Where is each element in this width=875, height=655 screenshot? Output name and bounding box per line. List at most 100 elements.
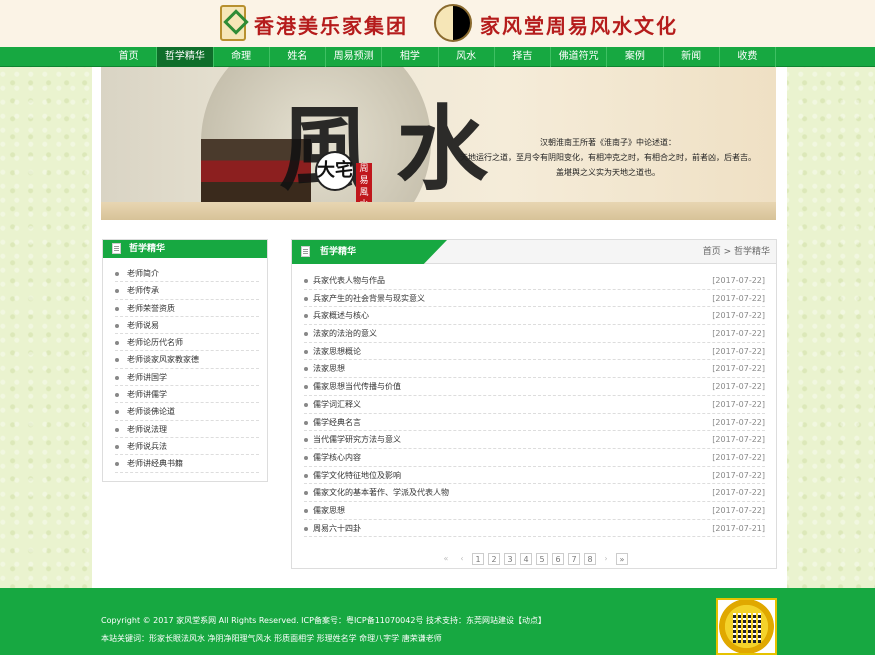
nav-list: 首页 哲学精华 命理 姓名 周易预测 相学 风水 择吉 佛道符咒 案例 新闻 收费 [101, 47, 776, 67]
article-date: [2017-07-22] [712, 505, 765, 515]
article-title-link[interactable]: 儒家思想当代传播与价值 [313, 378, 401, 395]
site-header: 香港美乐家集团 家风堂周易风水文化 [0, 0, 875, 47]
nav-item[interactable]: 择吉 [495, 47, 551, 67]
sidebar-title-text: 哲学精华 [129, 244, 166, 254]
article-title-link[interactable]: 兵家代表人物与作品 [313, 272, 385, 289]
brand-name: 家风堂周易风水文化 [480, 14, 678, 38]
article-row: 儒学核心内容 [2017-07-22] [304, 449, 765, 467]
qr-code-pattern [733, 613, 763, 643]
sidebar-item[interactable]: 老师谈佛论道 [115, 403, 259, 421]
article-date: [2017-07-22] [712, 311, 765, 321]
article-row: 法家思想 [2017-07-22] [304, 360, 765, 379]
article-title-link[interactable]: 儒家文化的基本著作、学派及代表人物 [313, 484, 449, 501]
article-title-link[interactable]: 兵家产生的社会背景与现实意义 [313, 290, 425, 307]
nav-item[interactable]: 收费 [720, 47, 776, 67]
nav-item[interactable]: 佛道符咒 [551, 47, 608, 67]
sidebar-item[interactable]: 老师说法理 [115, 421, 259, 438]
article-title-link[interactable]: 法家思想 [313, 360, 345, 377]
nav-item[interactable]: 案例 [607, 47, 664, 67]
article-date: [2017-07-22] [712, 364, 765, 374]
article-date: [2017-07-22] [712, 417, 765, 427]
sidebar-item[interactable]: 老师讲国学 [115, 369, 259, 387]
banner-quote: 汉朝淮南王所著《淮南子》中论述道： 天地运行之道，至月令有阴阳变化，有相冲克之时… [448, 135, 768, 180]
article-date: [2017-07-22] [712, 488, 765, 498]
article-title-link[interactable]: 儒学经典名言 [313, 414, 361, 431]
nav-item[interactable]: 新闻 [664, 47, 720, 67]
nav-item[interactable]: 相学 [382, 47, 439, 67]
article-row: 儒学经典名言 [2017-07-22] [304, 414, 765, 432]
main-nav: 首页 哲学精华 命理 姓名 周易预测 相学 风水 择吉 佛道符咒 案例 新闻 收费 [0, 47, 875, 67]
sidebar-item[interactable]: 老师讲儒学 [115, 386, 259, 404]
sidebar-item[interactable]: 老师谈家风家教家德 [115, 351, 259, 369]
article-date: [2017-07-22] [712, 346, 765, 356]
company-logo-icon[interactable] [220, 5, 246, 41]
article-date: [2017-07-21] [712, 523, 765, 533]
article-title-link[interactable]: 儒学词汇释义 [313, 396, 361, 413]
sidebar-item[interactable]: 老师荣誉资质 [115, 300, 259, 317]
article-row: 儒学词汇释义 [2017-07-22] [304, 396, 765, 414]
sidebar-item[interactable]: 老师传承 [115, 282, 259, 300]
quote-line: 汉朝淮南王所著《淮南子》中论述道： [540, 138, 676, 147]
content-panel: 哲学精华 首页 > 哲学精华 兵家代表人物与作品 [2017-07-22] 兵家产生… [291, 239, 777, 569]
article-title-link[interactable]: 儒学核心内容 [313, 449, 361, 466]
breadcrumb[interactable]: 首页 > 哲学精华 [703, 240, 770, 264]
sidebar-item[interactable]: 老师论历代名师 [115, 334, 259, 352]
nav-item[interactable]: 命理 [214, 47, 270, 67]
article-date: [2017-07-22] [712, 382, 765, 392]
pager-page-button[interactable]: 3 [504, 553, 516, 565]
article-title-link[interactable]: 周易六十四卦 [313, 520, 361, 537]
nav-item[interactable]: 哲学精华 [157, 47, 214, 67]
article-row: 法家的法治的意义 [2017-07-22] [304, 325, 765, 343]
pager-page-button[interactable]: 4 [520, 553, 532, 565]
article-title-link[interactable]: 当代儒学研究方法与意义 [313, 431, 401, 448]
pager-page-button[interactable]: 5 [536, 553, 548, 565]
article-title-link[interactable]: 法家思想概论 [313, 343, 361, 360]
pager-page-button[interactable]: 6 [552, 553, 564, 565]
document-icon [301, 246, 310, 257]
article-date: [2017-07-22] [712, 293, 765, 303]
sidebar-item[interactable]: 老师说兵法 [115, 438, 259, 456]
banner-mountains [101, 202, 776, 220]
content-title: 哲学精华 [292, 240, 447, 264]
pager-first-button[interactable]: « [440, 553, 452, 565]
nav-item[interactable]: 姓名 [270, 47, 326, 67]
article-date: [2017-07-22] [712, 470, 765, 480]
article-row: 法家思想概论 [2017-07-22] [304, 343, 765, 361]
document-icon [112, 243, 121, 254]
yin-yang-icon [434, 4, 472, 42]
nav-item[interactable]: 首页 [101, 47, 158, 67]
sidebar-item[interactable]: 老师讲经典书籍 [115, 455, 259, 473]
pager-next-button[interactable]: › [600, 553, 612, 565]
company-name: 香港美乐家集团 [254, 14, 408, 38]
sidebar-item[interactable]: 老师说易 [115, 317, 259, 335]
article-date: [2017-07-22] [712, 329, 765, 339]
pager-page-button[interactable]: 8 [584, 553, 596, 565]
article-row: 当代儒学研究方法与意义 [2017-07-22] [304, 431, 765, 449]
sidebar-item[interactable]: 老师简介 [115, 265, 259, 283]
article-list: 兵家代表人物与作品 [2017-07-22] 兵家产生的社会背景与现实意义 [2017… [292, 264, 776, 538]
pager-prev-button[interactable]: ‹ [456, 553, 468, 565]
article-date: [2017-07-22] [712, 276, 765, 285]
content-title-text: 哲学精华 [320, 247, 357, 257]
article-title-link[interactable]: 法家的法治的意义 [313, 325, 377, 342]
article-title-link[interactable]: 儒家思想 [313, 502, 345, 519]
article-title-link[interactable]: 儒学文化特征地位及影响 [313, 467, 401, 484]
pager-page-button[interactable]: 1 [472, 553, 484, 565]
banner: 風 水 大宅 周易風水 汉朝淮南王所著《淮南子》中论述道： 天地运行之道，至月令… [101, 67, 776, 220]
pager-page-button[interactable]: 7 [568, 553, 580, 565]
article-row: 周易六十四卦 [2017-07-21] [304, 520, 765, 538]
article-row: 儒家文化的基本著作、学派及代表人物 [2017-07-22] [304, 484, 765, 502]
nav-item[interactable]: 周易预测 [326, 47, 383, 67]
article-title-link[interactable]: 兵家概述与核心 [313, 307, 369, 324]
pager-page-button[interactable]: 2 [488, 553, 500, 565]
qr-code-icon [716, 598, 777, 655]
pagination: « ‹ 1 2 3 4 5 6 7 8 › » [292, 553, 776, 565]
article-date: [2017-07-22] [712, 452, 765, 462]
nav-item[interactable]: 风水 [439, 47, 495, 67]
footer-copyright: Copyright © 2017 家风堂系网 All Rights Reserv… [101, 616, 546, 625]
article-date: [2017-07-22] [712, 399, 765, 409]
sidebar-list: 老师简介 老师传承 老师荣誉资质 老师说易 老师论历代名师 老师谈家风家教家德 老师讲国学老… [103, 258, 267, 473]
site-footer: Copyright © 2017 家风堂系网 All Rights Reserv… [0, 588, 875, 655]
sidebar: 哲学精华 老师简介 老师传承 老师荣誉资质 老师说易 老师论历代名师 老师谈家风家教家德老… [102, 239, 268, 482]
pager-last-button[interactable]: » [616, 553, 628, 565]
